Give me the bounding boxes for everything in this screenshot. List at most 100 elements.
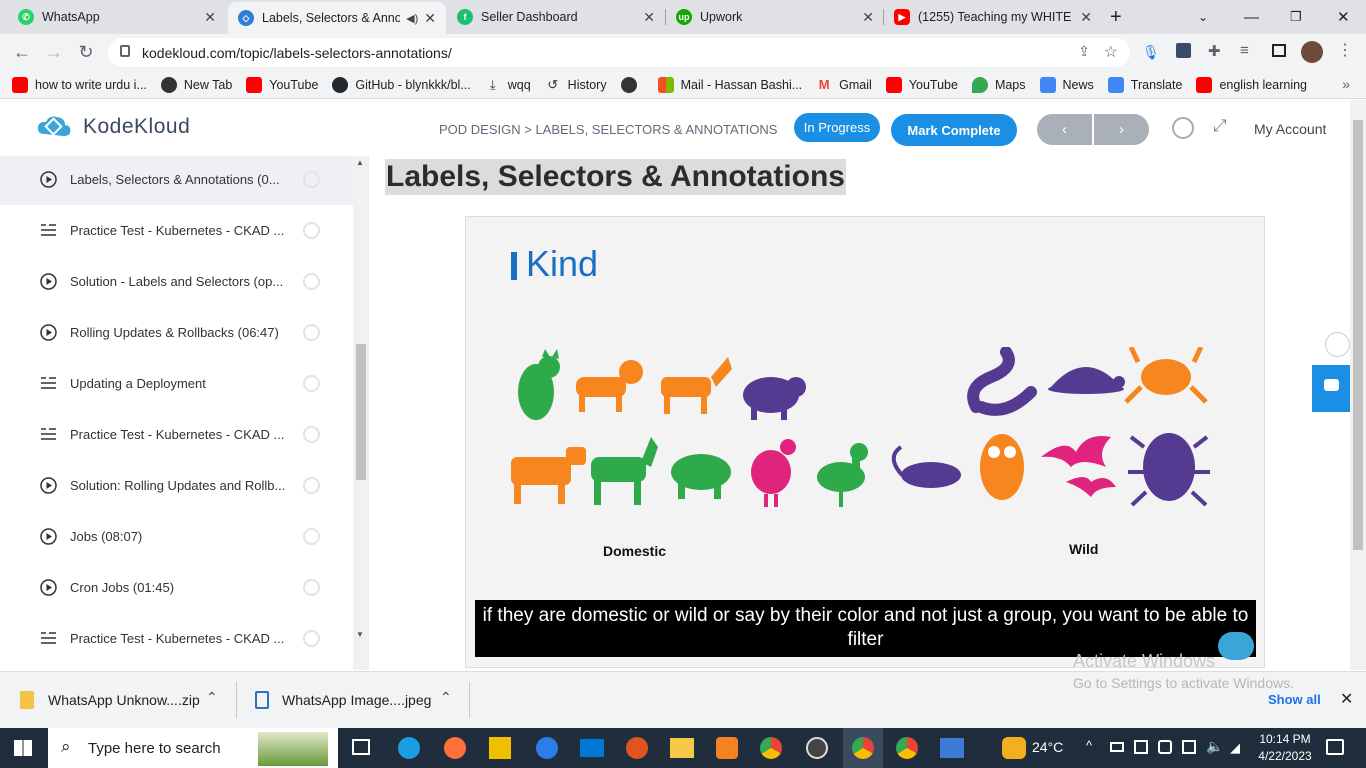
bookmark-item[interactable]: Maps: [971, 76, 1026, 93]
network-device-icon[interactable]: [1134, 740, 1148, 754]
restore-button[interactable]: ❐: [1290, 0, 1302, 34]
close-downloads-icon[interactable]: ✕: [1340, 689, 1353, 709]
battery-icon[interactable]: [1110, 742, 1124, 752]
site-logo[interactable]: KodeKloud: [35, 114, 190, 140]
video-player[interactable]: Kind Domestic Wild if they are domestic …: [465, 216, 1265, 668]
download-extension-icon[interactable]: [1176, 43, 1191, 58]
close-tab-icon[interactable]: ✕: [862, 9, 874, 26]
firefox-icon[interactable]: [444, 737, 466, 759]
more-bookmarks-icon[interactable]: »: [1342, 76, 1350, 92]
address-bar[interactable]: kodekloud.com/topic/labels-selectors-ann…: [108, 38, 1130, 67]
reload-icon[interactable]: ↻: [70, 42, 102, 63]
scroll-up-icon[interactable]: ▲: [356, 158, 364, 167]
download-options-icon[interactable]: ⌃: [206, 689, 218, 706]
download-item-zip[interactable]: WhatsApp Unknow....zip: [48, 692, 200, 708]
close-tab-icon[interactable]: ✕: [643, 9, 655, 26]
mail-icon[interactable]: [580, 739, 604, 757]
breadcrumb[interactable]: POD DESIGN > LABELS, SELECTORS & ANNOTAT…: [439, 122, 777, 137]
sidebar-item-labels-selectors[interactable]: Labels, Selectors & Annotations (0...: [0, 156, 353, 205]
close-window-button[interactable]: ✕: [1337, 0, 1350, 34]
mark-complete-button[interactable]: Mark Complete: [891, 114, 1017, 146]
app-icon[interactable]: [716, 737, 738, 759]
bookmark-item[interactable]: english learning: [1196, 76, 1307, 93]
clock-date[interactable]: 4/22/2023: [1255, 749, 1315, 763]
notifications-icon[interactable]: [1326, 739, 1344, 755]
sidebar-item-solution-rolling[interactable]: Solution: Rolling Updates and Rollb...: [0, 460, 353, 511]
sidebar-item-jobs[interactable]: Jobs (08:07): [0, 511, 353, 562]
bookmark-item[interactable]: [620, 76, 644, 93]
tab-whatsapp[interactable]: ✆ WhatsApp ✕: [8, 0, 226, 34]
display-icon[interactable]: [1182, 740, 1196, 754]
taskbar-search[interactable]: ⌕ Type here to search: [48, 728, 338, 768]
back-icon[interactable]: ←: [6, 42, 38, 63]
bookmark-item[interactable]: GitHub - blynkkk/bl...: [332, 76, 471, 93]
audio-icon[interactable]: ◀): [406, 12, 418, 25]
player-logo-icon[interactable]: [1218, 632, 1254, 660]
extensions-icon[interactable]: ✚: [1208, 42, 1221, 60]
task-view-icon[interactable]: [352, 739, 370, 755]
tab-youtube[interactable]: ▶ (1255) Teaching my WHITE fr ✕: [884, 0, 1102, 34]
chrome-profile-icon[interactable]: [852, 737, 874, 759]
new-tab-button[interactable]: +: [1110, 0, 1122, 34]
bookmark-item[interactable]: ⤓ wqq: [485, 77, 531, 93]
camera-icon[interactable]: [1158, 740, 1172, 754]
tab-kodekloud[interactable]: ◇ Labels, Selectors & Anno ◀) ✕: [228, 2, 446, 34]
page-scrollbar-thumb[interactable]: [1353, 120, 1363, 550]
close-tab-icon[interactable]: ✕: [1080, 9, 1092, 26]
bookmark-item[interactable]: YouTube: [885, 76, 958, 93]
weather-temp[interactable]: 24°C: [1032, 739, 1063, 755]
close-tab-icon[interactable]: ✕: [204, 9, 216, 26]
forward-icon[interactable]: →: [38, 42, 70, 63]
bookmark-item[interactable]: Mail - Hassan Bashi...: [657, 76, 802, 93]
volume-icon[interactable]: 🔈: [1206, 738, 1223, 755]
voice-widget-icon[interactable]: [1325, 332, 1350, 357]
avatar[interactable]: [1301, 41, 1323, 63]
photos-icon[interactable]: [940, 738, 964, 758]
download-options-icon[interactable]: ⌃: [440, 689, 452, 706]
tab-search-icon[interactable]: ⌄: [1198, 0, 1208, 34]
share-icon[interactable]: ⇪: [1078, 43, 1090, 60]
wifi-icon[interactable]: ◢: [1230, 740, 1240, 756]
bookmark-item[interactable]: ↺ History: [545, 77, 606, 93]
status-badge[interactable]: In Progress: [794, 113, 880, 142]
edge-icon[interactable]: [398, 737, 420, 759]
my-account-link[interactable]: My Account: [1254, 121, 1326, 137]
bookmark-item[interactable]: New Tab: [160, 76, 232, 93]
chrome-icon[interactable]: [760, 737, 782, 759]
fullscreen-icon[interactable]: ⤢: [1213, 116, 1227, 136]
minimize-button[interactable]: —: [1244, 0, 1259, 34]
sidebar-scrollbar[interactable]: ▲ ▼: [353, 156, 368, 670]
side-panel-icon[interactable]: [1272, 44, 1286, 57]
app-icon[interactable]: [806, 737, 828, 759]
sidebar-item-practice-test[interactable]: Practice Test - Kubernetes - CKAD ...: [0, 409, 353, 460]
prev-lesson-button[interactable]: ‹: [1037, 114, 1092, 145]
mic-extension-icon[interactable]: 🎙: [1142, 44, 1160, 61]
bookmark-item[interactable]: YouTube: [246, 76, 318, 93]
store-icon[interactable]: [489, 737, 511, 759]
file-explorer-icon[interactable]: [670, 738, 694, 758]
bookmark-item[interactable]: News: [1039, 76, 1094, 93]
windows-start-icon[interactable]: [14, 740, 32, 756]
sidebar-item-updating-deployment[interactable]: Updating a Deployment: [0, 358, 353, 409]
media-icon[interactable]: ≡: [1240, 42, 1249, 59]
bookmark-item[interactable]: how to write urdu i...: [12, 76, 147, 93]
close-tab-icon[interactable]: ✕: [424, 10, 436, 27]
dark-mode-icon[interactable]: [1172, 117, 1194, 139]
sidebar-item-practice-test[interactable]: Practice Test - Kubernetes - CKAD ...: [0, 205, 353, 256]
bookmark-star-icon[interactable]: ☆: [1104, 42, 1118, 62]
show-hidden-icons-icon[interactable]: ^: [1086, 738, 1092, 753]
bookmark-item[interactable]: M Gmail: [816, 77, 872, 93]
next-lesson-button[interactable]: ›: [1094, 114, 1149, 145]
menu-icon[interactable]: ⋮: [1337, 40, 1353, 60]
download-item-jpeg[interactable]: WhatsApp Image....jpeg: [282, 692, 431, 708]
sidebar-item-solution-labels[interactable]: Solution - Labels and Selectors (op...: [0, 256, 353, 307]
app-icon[interactable]: [536, 737, 558, 759]
scroll-down-icon[interactable]: ▼: [356, 630, 364, 639]
show-all-link[interactable]: Show all: [1268, 692, 1321, 707]
weather-icon[interactable]: [1002, 737, 1026, 759]
tab-upwork[interactable]: up Upwork ✕: [666, 0, 884, 34]
sidebar-item-rolling-updates[interactable]: Rolling Updates & Rollbacks (06:47): [0, 307, 353, 358]
chrome-profile-icon[interactable]: [896, 737, 918, 759]
sidebar-item-cron-jobs[interactable]: Cron Jobs (01:45): [0, 562, 353, 613]
page-scrollbar[interactable]: [1350, 100, 1366, 670]
